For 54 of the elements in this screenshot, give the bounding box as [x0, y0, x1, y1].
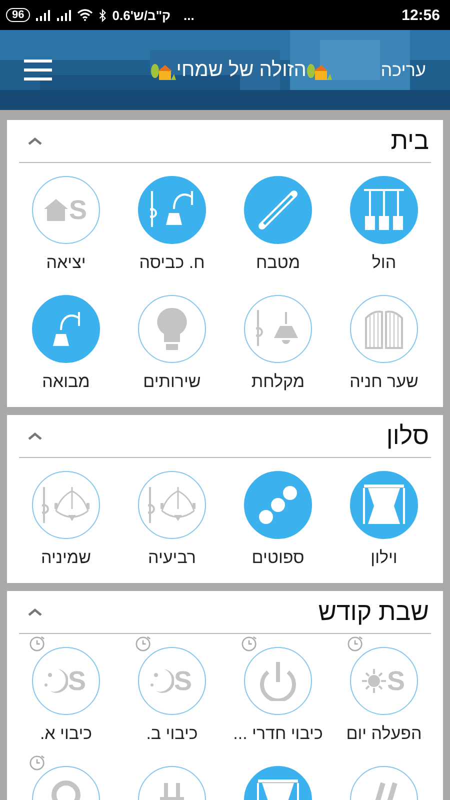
- signal-icon: [56, 9, 72, 21]
- device-button[interactable]: S: [32, 647, 100, 715]
- device-label: ח. כביסה: [139, 252, 205, 274]
- moon-scene-icon: [150, 668, 174, 694]
- device-button[interactable]: S: [350, 647, 418, 715]
- device-button[interactable]: S: [32, 176, 100, 244]
- device-label: הפעלה יום: [346, 723, 422, 745]
- device-label: שירותים: [143, 371, 201, 393]
- ceiling-lamp-icon: [256, 309, 300, 349]
- device-label: כיבוי חדרי ...: [233, 723, 323, 745]
- clock: 12:56: [402, 6, 440, 24]
- moon-scene-icon: [44, 668, 68, 694]
- bluetooth-icon: [98, 8, 108, 22]
- tube-lamp-icon: [257, 189, 299, 231]
- bulb-icon: [157, 307, 187, 351]
- wall-lamp-icon: [52, 311, 80, 347]
- wall-lamp-icon: [150, 190, 194, 230]
- edit-button[interactable]: עריכה: [376, 56, 430, 84]
- wifi-icon: [77, 9, 94, 21]
- house-scene-icon: [43, 198, 69, 222]
- device-label: מקלחת: [251, 371, 305, 393]
- device-button[interactable]: S: [138, 647, 206, 715]
- chandelier-icon: [148, 486, 196, 524]
- scene-letter: S: [387, 666, 406, 696]
- spotlights-icon: [258, 485, 298, 525]
- power-icon: [260, 661, 296, 701]
- device-label: יציאה: [46, 252, 86, 274]
- gate-icon: [364, 309, 404, 349]
- device-label: כיבוי ב.: [146, 723, 198, 745]
- device-label: הול: [372, 252, 396, 274]
- battery-indicator: 96: [6, 8, 30, 22]
- chandelier-icon: [42, 486, 90, 524]
- device-label: שער חניה: [350, 371, 418, 393]
- home-title: הזולה של שמחי: [176, 58, 306, 82]
- device-label: מטבח: [256, 252, 300, 274]
- device-label: שמיניה: [41, 547, 91, 569]
- device-label: כיבוי א.: [40, 723, 92, 745]
- sun-scene-icon: [361, 668, 387, 694]
- signal-icon: [35, 9, 52, 21]
- data-speed: ק"ב/ש'0.6: [112, 8, 170, 22]
- pendant-lamp-icon: [363, 189, 405, 231]
- section-title: בית: [390, 126, 429, 156]
- scene-letter: S: [69, 195, 88, 225]
- device-label: מבואה: [42, 371, 90, 393]
- scene-letter: S: [174, 666, 192, 696]
- device-label: וילון: [370, 547, 398, 569]
- section-title: סלון: [386, 422, 429, 450]
- section-title: שבת קודש: [318, 598, 429, 626]
- scene-letter: S: [68, 666, 86, 696]
- more-notifications: ...: [183, 8, 194, 22]
- menu-icon: [24, 59, 52, 81]
- device-label: ספוטים: [252, 547, 304, 569]
- curtain-icon: [363, 484, 405, 526]
- device-label: רביעיה: [148, 547, 196, 569]
